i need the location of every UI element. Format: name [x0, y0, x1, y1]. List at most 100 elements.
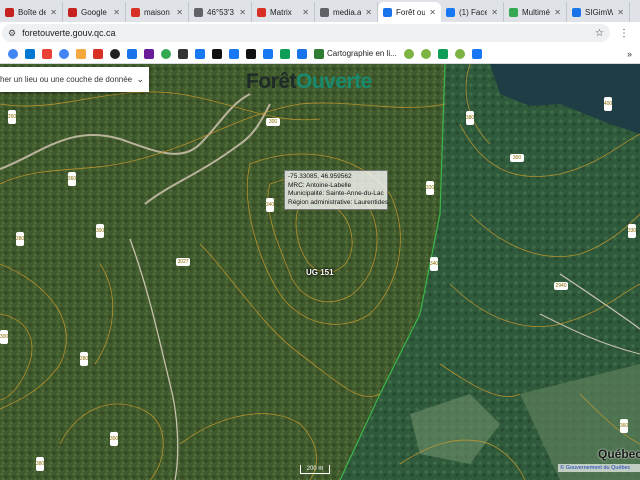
tab-title: SIGimW: [585, 7, 614, 17]
tab-title: Multimé: [522, 7, 551, 17]
bookmark-facebook-icon[interactable]: [195, 48, 205, 59]
bookmark-leaf-icon[interactable]: [454, 48, 465, 59]
map-attribution-link[interactable]: © Gouvernement du Québec: [558, 464, 640, 472]
contour-label: 300: [110, 432, 118, 446]
contour-label: 400: [604, 97, 612, 111]
bookmark-arrow-icon[interactable]: [76, 48, 86, 59]
popup-mrc: MRC: Antoine-Labelle: [288, 181, 352, 189]
tab-title: maison: [144, 7, 170, 17]
contour-label: 3027: [176, 258, 190, 266]
address-bar-row: ⚙ foretouverte.gouv.qc.ca ☆ ⋮: [0, 22, 640, 44]
browser-tab[interactable]: maison ✕: [126, 2, 189, 22]
contour-label: 380: [36, 457, 44, 471]
tab-strip: Boîte de ✕ Google I ✕ maison ✕ 46°53'3 ✕ Matrix ✕…: [0, 0, 640, 22]
site-info-icon[interactable]: ⚙: [8, 28, 16, 39]
quebec-logo: Québec: [598, 447, 640, 461]
bookmark-facebook-icon[interactable]: [471, 48, 482, 59]
map-scale-bar: 200 m: [300, 465, 330, 474]
bookmark-chrome-icon[interactable]: [59, 48, 69, 59]
bookmark-dark-icon[interactable]: [110, 48, 120, 59]
management-unit-label: UG 151: [306, 268, 334, 277]
browser-tab[interactable]: Boîte de ✕: [0, 2, 63, 22]
close-tab-icon[interactable]: ✕: [113, 8, 120, 17]
close-tab-icon[interactable]: ✕: [50, 8, 57, 17]
tab-title: media.a: [333, 7, 362, 17]
address-bar[interactable]: ⚙ foretouverte.gouv.qc.ca ☆: [2, 24, 610, 42]
close-tab-icon[interactable]: ✕: [429, 8, 436, 17]
tab-favicon-icon: [68, 7, 77, 17]
contour-label: 300: [266, 118, 280, 126]
contour-label: 280: [16, 232, 24, 246]
bookmark-facebook-icon[interactable]: [263, 48, 273, 59]
bookmark-grid-icon[interactable]: [178, 48, 188, 59]
browser-tab[interactable]: Forêt ou ✕: [378, 2, 441, 22]
browser-tab[interactable]: Google I ✕: [63, 2, 126, 22]
bookmark-cartographie[interactable]: Cartographie en li...: [314, 48, 397, 59]
contour-label: 340: [266, 198, 274, 212]
tab-favicon-icon: [131, 7, 140, 17]
search-input[interactable]: cher un lieu ou une couche de données: [0, 75, 132, 84]
bookmark-gmail-icon[interactable]: [42, 48, 52, 59]
tab-favicon-icon: [5, 7, 14, 17]
tab-title: Google I: [81, 7, 110, 17]
popup-municipality: Municipalité: Sainte-Anne-du-Lac: [288, 190, 384, 197]
foret-ouverte-logo: ForêtOuverte: [246, 70, 372, 93]
bookmark-green-icon[interactable]: [161, 48, 171, 59]
bookmark-sheet-icon[interactable]: [437, 48, 448, 59]
location-info-popup: -75.33085, 46.959562 MRC: Antoine-Labell…: [284, 170, 388, 210]
tab-title: Forêt ou: [396, 7, 426, 17]
close-tab-icon[interactable]: ✕: [617, 8, 624, 17]
browser-tab[interactable]: Matrix ✕: [252, 2, 315, 22]
bookmark-cloud-icon[interactable]: [25, 48, 35, 59]
bookmark-star-icon[interactable]: ☆: [595, 28, 604, 39]
bookmark-leaf-icon[interactable]: [403, 48, 414, 59]
bookmark-x-icon[interactable]: [246, 48, 256, 59]
chevron-down-icon[interactable]: ⌄: [132, 74, 149, 85]
browser-tab[interactable]: media.a ✕: [315, 2, 378, 22]
close-tab-icon[interactable]: ✕: [302, 8, 309, 17]
bookmark-sheet-icon[interactable]: [280, 48, 290, 59]
tab-favicon-icon: [446, 7, 455, 17]
popup-coordinates: -75.33085, 46.959562: [288, 173, 352, 180]
contour-label: 300: [510, 154, 524, 162]
bookmarks-overflow-icon[interactable]: »: [627, 49, 632, 59]
bookmark-facebook-icon[interactable]: [229, 48, 239, 59]
tab-title: Matrix: [270, 7, 292, 17]
contour-label: 300: [0, 330, 8, 344]
contour-label: 2940: [554, 282, 568, 290]
bookmark-pin-icon[interactable]: [93, 48, 103, 59]
tab-favicon-icon: [194, 7, 203, 17]
contour-label: 380: [466, 111, 474, 125]
contour-label: 360: [620, 419, 628, 433]
tab-favicon-icon: [572, 7, 581, 17]
contour-label: 340: [430, 257, 438, 271]
bookmark-blue-icon[interactable]: [127, 48, 137, 59]
contour-label: 330: [628, 224, 636, 238]
bookmark-leaf-icon[interactable]: [420, 48, 431, 59]
tab-title: Boîte de: [18, 7, 47, 17]
close-tab-icon[interactable]: ✕: [554, 8, 561, 17]
contour-label: 320: [426, 181, 434, 195]
tab-favicon-icon: [257, 7, 266, 17]
bookmark-purple-icon[interactable]: [144, 48, 154, 59]
popup-region: Région administrative: Laurentides: [288, 198, 389, 206]
close-tab-icon[interactable]: ✕: [491, 8, 498, 17]
url-text[interactable]: foretouverte.gouv.qc.ca: [22, 28, 595, 38]
bookmark-google-icon[interactable]: [8, 48, 18, 59]
bookmarks-bar: Cartographie en li... »: [0, 44, 640, 64]
bookmark-x-icon[interactable]: [212, 48, 222, 59]
browser-tab[interactable]: SIGimW ✕: [567, 2, 630, 22]
close-tab-icon[interactable]: ✕: [239, 8, 246, 17]
contour-label: 300: [96, 224, 104, 238]
browser-menu-icon[interactable]: ⋮: [610, 28, 638, 39]
map-search-box[interactable]: cher un lieu ou une couche de données ⌄: [0, 67, 149, 92]
browser-tab[interactable]: Multimé ✕: [504, 2, 567, 22]
close-tab-icon[interactable]: ✕: [365, 8, 372, 17]
tab-favicon-icon: [320, 7, 329, 17]
tab-title: (1) Face: [459, 7, 488, 17]
contour-label: 360: [68, 172, 76, 186]
browser-tab[interactable]: 46°53'3 ✕: [189, 2, 252, 22]
browser-tab[interactable]: (1) Face ✕: [441, 2, 504, 22]
bookmark-doc-icon[interactable]: [297, 48, 307, 59]
close-tab-icon[interactable]: ✕: [176, 8, 183, 17]
